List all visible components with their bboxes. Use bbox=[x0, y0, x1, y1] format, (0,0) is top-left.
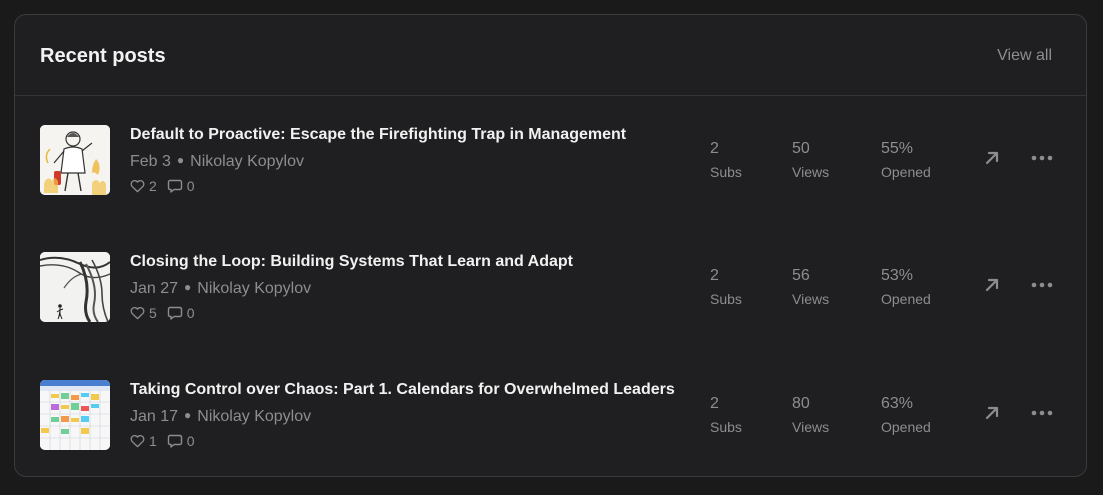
post-thumbnail-firefighter[interactable] bbox=[40, 125, 110, 195]
likes-count: 1 bbox=[149, 433, 157, 449]
views-value: 80 bbox=[792, 395, 810, 412]
post-meta: Jan 27 ● Nikolay Kopylov bbox=[130, 277, 311, 299]
views-label: Views bbox=[792, 291, 830, 307]
post-row[interactable]: Default to Proactive: Escape the Firefig… bbox=[15, 111, 1086, 211]
comments-count: 0 bbox=[186, 178, 195, 194]
meta-separator: ● bbox=[184, 408, 192, 422]
comments-count: 0 bbox=[186, 433, 195, 449]
comment-icon bbox=[167, 434, 182, 448]
heart-icon bbox=[130, 307, 145, 320]
stat-opened: 53% Opened bbox=[881, 266, 931, 308]
ellipsis-icon bbox=[1031, 155, 1053, 161]
stat-views: 80 Views bbox=[792, 394, 829, 436]
arrow-up-right-icon bbox=[985, 151, 999, 165]
comments-counter[interactable]: 0 bbox=[167, 305, 195, 321]
subs-label: Subs bbox=[710, 291, 742, 307]
stat-opened: 55% Opened bbox=[881, 139, 931, 181]
more-options-button[interactable] bbox=[1030, 274, 1054, 296]
subs-label: Subs bbox=[710, 164, 742, 180]
recent-posts-card: Recent posts View all Default to Proacti… bbox=[14, 14, 1087, 477]
post-date: Jan 27 bbox=[130, 280, 179, 297]
opened-label: Opened bbox=[881, 291, 931, 307]
post-thumbnail-tree[interactable] bbox=[40, 252, 110, 322]
views-value: 50 bbox=[792, 140, 810, 157]
ellipsis-icon bbox=[1031, 410, 1053, 416]
opened-label: Opened bbox=[881, 419, 931, 435]
post-social: 1 0 bbox=[130, 433, 205, 449]
stat-subs: 2 Subs bbox=[710, 266, 742, 308]
more-options-button[interactable] bbox=[1030, 147, 1054, 169]
post-author: Nikolay Kopylov bbox=[190, 153, 304, 170]
comments-counter[interactable]: 0 bbox=[167, 433, 195, 449]
comment-icon bbox=[167, 179, 182, 193]
likes-count: 5 bbox=[149, 305, 157, 321]
subs-value: 2 bbox=[710, 267, 719, 284]
open-post-button[interactable] bbox=[981, 402, 1003, 424]
subs-label: Subs bbox=[710, 419, 742, 435]
stat-views: 50 Views bbox=[792, 139, 829, 181]
heart-icon bbox=[130, 180, 145, 193]
comment-icon bbox=[167, 306, 182, 320]
post-row[interactable]: Closing the Loop: Building Systems That … bbox=[15, 238, 1086, 338]
meta-separator: ● bbox=[176, 153, 185, 167]
open-post-button[interactable] bbox=[981, 274, 1003, 296]
heart-icon bbox=[130, 435, 145, 448]
card-header: Recent posts View all bbox=[15, 15, 1086, 96]
opened-value: 63% bbox=[881, 395, 914, 412]
stat-opened: 63% Opened bbox=[881, 394, 931, 436]
post-author: Nikolay Kopylov bbox=[197, 280, 312, 297]
post-thumbnail-calendar[interactable] bbox=[40, 380, 110, 450]
ellipsis-icon bbox=[1031, 282, 1053, 288]
stat-subs: 2 Subs bbox=[710, 139, 742, 181]
more-options-button[interactable] bbox=[1030, 402, 1054, 424]
post-row[interactable]: Taking Control over Chaos: Part 1. Calen… bbox=[15, 366, 1086, 466]
stat-views: 56 Views bbox=[792, 266, 829, 308]
post-date: Jan 17 bbox=[130, 408, 179, 425]
opened-value: 53% bbox=[881, 267, 914, 284]
comments-count: 0 bbox=[186, 305, 195, 321]
likes-count: 2 bbox=[149, 178, 157, 194]
open-post-button[interactable] bbox=[981, 147, 1003, 169]
post-social: 5 0 bbox=[130, 305, 205, 321]
stat-subs: 2 Subs bbox=[710, 394, 742, 436]
comments-counter[interactable]: 0 bbox=[167, 178, 195, 194]
post-date: Feb 3 bbox=[130, 153, 171, 170]
post-title[interactable]: Taking Control over Chaos: Part 1. Calen… bbox=[130, 380, 675, 400]
likes-counter[interactable]: 1 bbox=[130, 433, 157, 449]
likes-counter[interactable]: 5 bbox=[130, 305, 157, 321]
card-title: Recent posts bbox=[40, 45, 166, 67]
arrow-up-right-icon bbox=[985, 278, 999, 292]
subs-value: 2 bbox=[710, 395, 719, 412]
arrow-up-right-icon bbox=[985, 406, 999, 420]
meta-separator: ● bbox=[184, 280, 192, 294]
views-label: Views bbox=[792, 164, 830, 180]
post-meta: Feb 3 ● Nikolay Kopylov bbox=[130, 150, 304, 172]
views-label: Views bbox=[792, 419, 830, 435]
likes-counter[interactable]: 2 bbox=[130, 178, 157, 194]
post-meta: Jan 17 ● Nikolay Kopylov bbox=[130, 405, 311, 427]
post-title[interactable]: Default to Proactive: Escape the Firefig… bbox=[130, 125, 626, 145]
post-social: 2 0 bbox=[130, 178, 205, 194]
opened-value: 55% bbox=[881, 140, 914, 157]
post-author: Nikolay Kopylov bbox=[197, 408, 312, 425]
view-all-link[interactable]: View all bbox=[997, 46, 1052, 66]
post-title[interactable]: Closing the Loop: Building Systems That … bbox=[130, 252, 573, 272]
opened-label: Opened bbox=[881, 164, 931, 180]
subs-value: 2 bbox=[710, 140, 719, 157]
views-value: 56 bbox=[792, 267, 810, 284]
